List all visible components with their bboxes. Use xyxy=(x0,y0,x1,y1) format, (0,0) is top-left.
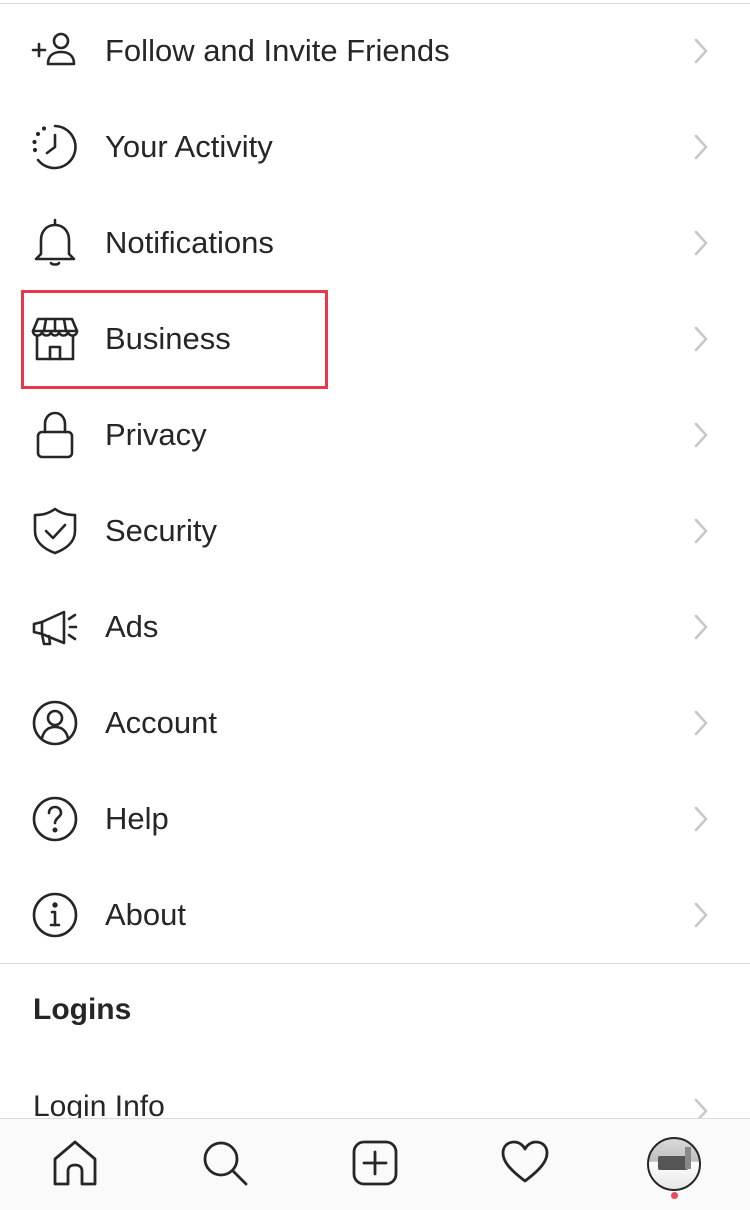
menu-item-your-activity[interactable]: Your Activity xyxy=(0,99,750,195)
home-icon[interactable] xyxy=(47,1135,103,1191)
add-person-icon xyxy=(30,26,80,76)
menu-item-label: Account xyxy=(105,705,218,740)
storefront-icon xyxy=(30,314,80,364)
menu-item-security[interactable]: Security xyxy=(0,483,750,579)
menu-item-label: Ads xyxy=(105,609,159,644)
menu-item-label: Business xyxy=(105,321,231,356)
chevron-right-icon xyxy=(690,36,712,66)
megaphone-icon xyxy=(30,602,80,652)
menu-item-label: Notifications xyxy=(105,225,274,260)
info-circle-icon xyxy=(30,890,80,940)
logins-section-title: Logins xyxy=(33,993,132,1026)
chevron-right-icon xyxy=(690,228,712,258)
user-circle-icon xyxy=(30,698,80,748)
lock-icon xyxy=(30,410,80,460)
shield-check-icon xyxy=(30,506,80,556)
new-post-icon[interactable] xyxy=(347,1135,403,1191)
chevron-right-icon xyxy=(690,804,712,834)
menu-item-follow-invite[interactable]: Follow and Invite Friends xyxy=(0,3,750,99)
menu-item-notifications[interactable]: Notifications xyxy=(0,195,750,291)
chevron-right-icon xyxy=(690,324,712,354)
menu-item-account[interactable]: Account xyxy=(0,675,750,771)
chevron-right-icon xyxy=(690,900,712,930)
notification-dot xyxy=(671,1192,678,1199)
section-divider xyxy=(0,963,750,964)
activity-heart-icon[interactable] xyxy=(497,1135,553,1191)
bottom-tab-bar xyxy=(0,1118,750,1210)
menu-item-business[interactable]: Business xyxy=(0,291,750,387)
menu-item-label: Security xyxy=(105,513,217,548)
avatar-image-detail xyxy=(658,1156,688,1170)
settings-menu: Follow and Invite Friends Your Activity xyxy=(0,3,750,963)
search-icon[interactable] xyxy=(197,1135,253,1191)
activity-clock-icon xyxy=(30,122,80,172)
chevron-right-icon xyxy=(690,420,712,450)
menu-item-about[interactable]: About xyxy=(0,867,750,963)
menu-item-label: Help xyxy=(105,801,169,836)
menu-item-ads[interactable]: Ads xyxy=(0,579,750,675)
menu-item-label: Follow and Invite Friends xyxy=(105,33,450,68)
menu-item-label: About xyxy=(105,897,187,932)
avatar-image-detail xyxy=(685,1147,691,1169)
bell-icon xyxy=(30,218,80,268)
menu-item-label: Privacy xyxy=(105,417,207,452)
profile-avatar[interactable] xyxy=(647,1137,701,1191)
chevron-right-icon xyxy=(690,708,712,738)
menu-item-privacy[interactable]: Privacy xyxy=(0,387,750,483)
menu-item-label: Your Activity xyxy=(105,129,273,164)
chevron-right-icon xyxy=(690,612,712,642)
question-circle-icon xyxy=(30,794,80,844)
chevron-right-icon xyxy=(690,132,712,162)
chevron-right-icon xyxy=(690,516,712,546)
menu-item-help[interactable]: Help xyxy=(0,771,750,867)
